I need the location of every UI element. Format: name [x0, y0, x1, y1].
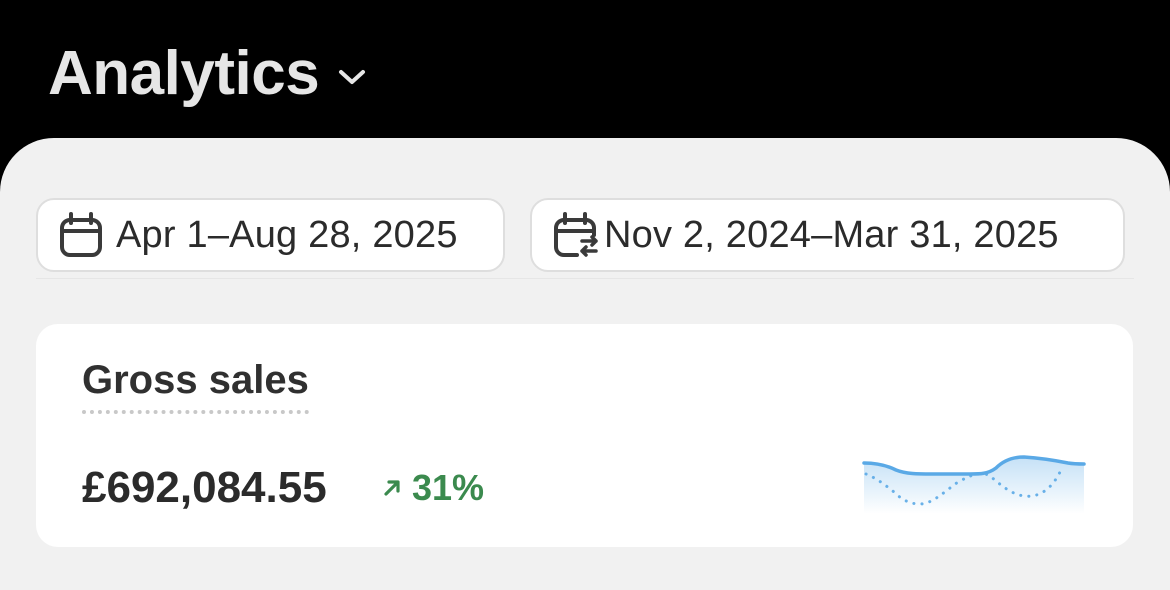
analytics-title-dropdown[interactable]: Analytics — [48, 38, 369, 110]
calendar-compare-icon — [550, 210, 600, 260]
calendar-icon — [56, 210, 106, 260]
change-percent: 31% — [412, 467, 485, 508]
metric-value: £692,084.55 — [82, 463, 327, 512]
sparkline-chart — [862, 455, 1086, 514]
comparison-range-label: Nov 2, 2024–Mar 31, 2025 — [604, 213, 1059, 256]
comparison-range-button[interactable]: Nov 2, 2024–Mar 31, 2025 — [530, 198, 1125, 272]
date-range-button[interactable]: Apr 1–Aug 28, 2025 — [36, 198, 505, 272]
gross-sales-card[interactable]: Gross sales £692,084.55 31% — [36, 324, 1133, 547]
analytics-sheet: Apr 1–Aug 28, 2025 Nov 2, 2024–Mar 31, 2… — [0, 138, 1170, 590]
analytics-screen: Analytics Apr 1–Aug 28, 2025 Nov 2, 2024… — [0, 0, 1170, 590]
change-badge: 31% — [380, 466, 484, 510]
divider — [36, 278, 1134, 279]
chevron-down-icon — [335, 60, 369, 94]
date-range-label: Apr 1–Aug 28, 2025 — [116, 213, 458, 256]
page-title: Analytics — [48, 39, 320, 108]
metric-title[interactable]: Gross sales — [82, 356, 309, 414]
arrow-up-right-icon — [380, 476, 404, 500]
